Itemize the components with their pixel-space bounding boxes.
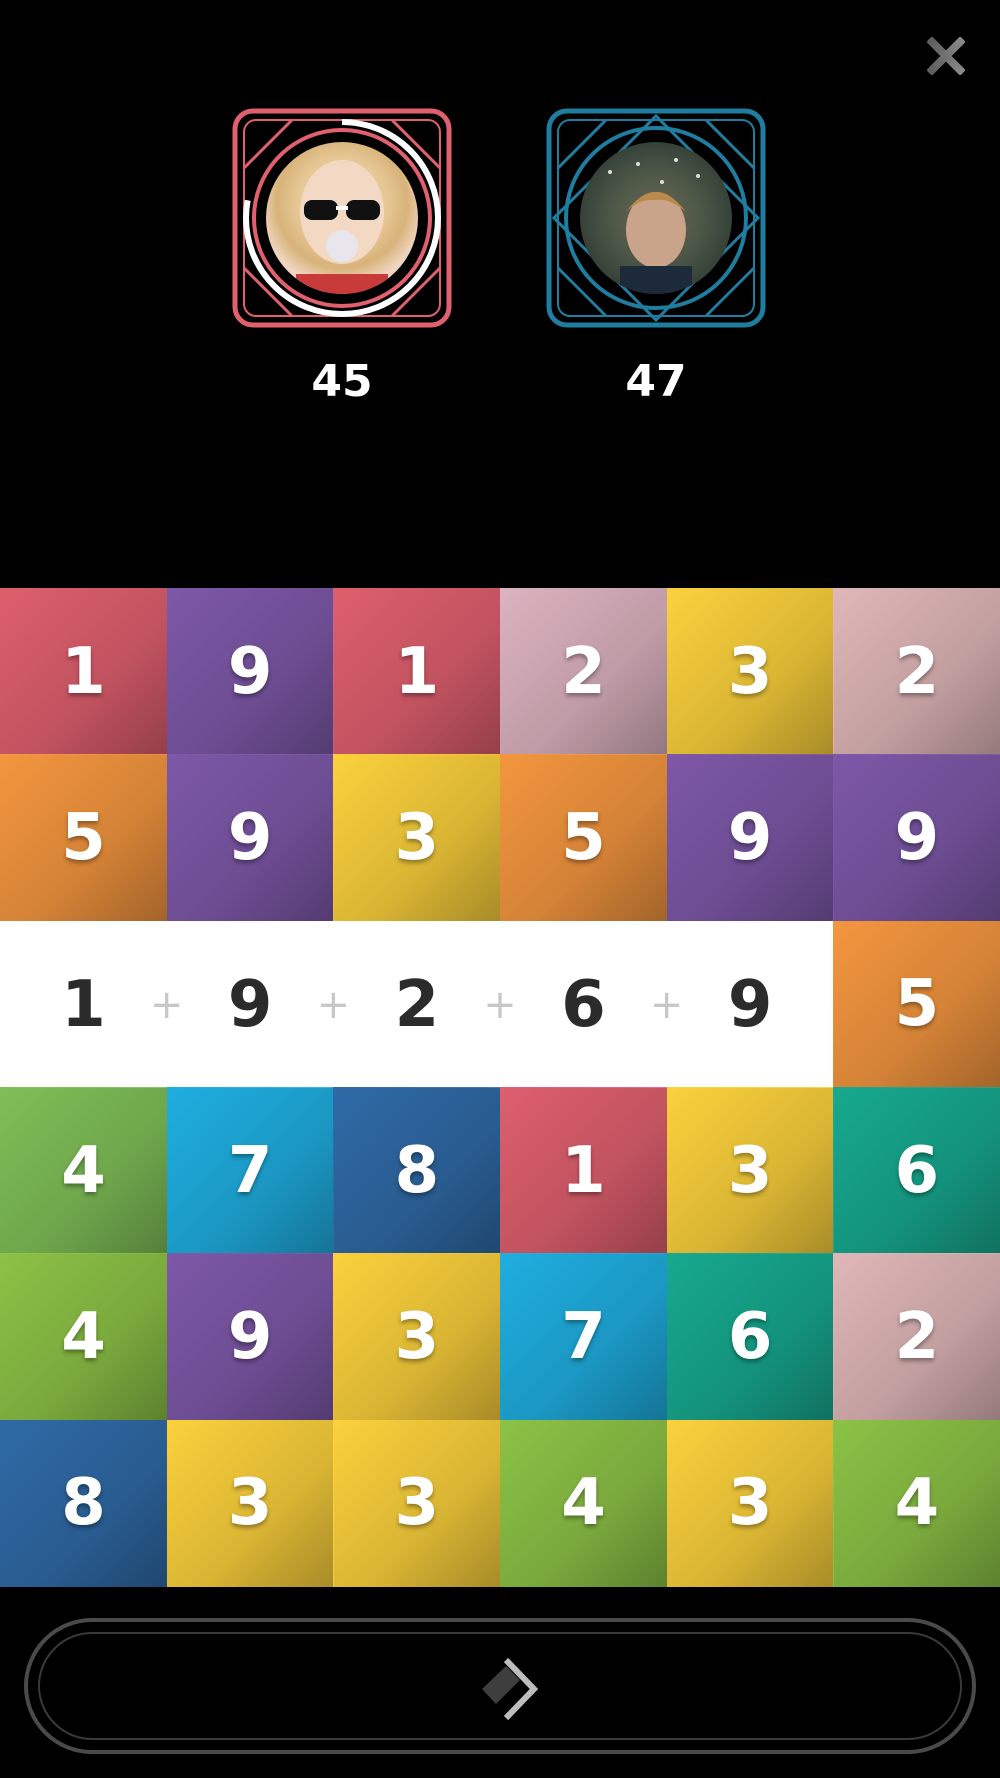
board-tile[interactable]: 1 (333, 588, 501, 755)
board-tile[interactable]: 5 (833, 920, 1000, 1088)
board-tile[interactable]: 3 (666, 1419, 834, 1587)
player-1-avatar (266, 142, 418, 294)
board-tile[interactable]: 3 (166, 1419, 334, 1587)
board-tile[interactable]: 5 (500, 754, 667, 922)
board-tile[interactable]: 8 (0, 1419, 167, 1587)
board-tile[interactable]: 4 (0, 1087, 167, 1254)
player-1-avatar-frame (232, 108, 452, 328)
board-tile[interactable]: 5 (0, 754, 167, 922)
number-board: 1 +9 +2 +6 +9 191232593599547813649376283343… (0, 588, 1000, 1587)
board-tile[interactable]: 3 (666, 1087, 834, 1254)
board-tile[interactable]: 6 (833, 1087, 1000, 1254)
board-tile[interactable]: 1 (500, 1087, 667, 1254)
chevron-right-icon (482, 1657, 539, 1721)
board-tile[interactable]: 4 (0, 1253, 167, 1421)
board-tile[interactable]: 8 (333, 1087, 501, 1254)
board-tile[interactable]: 2 (833, 588, 1000, 755)
selected-number: 9 (727, 967, 773, 1042)
board-tile[interactable]: 2 (500, 588, 667, 755)
selected-number: 9 (227, 967, 273, 1042)
board-tile[interactable]: 9 (666, 754, 834, 922)
board-tile[interactable]: 3 (333, 1253, 501, 1421)
selection-bar: 1 +9 +2 +6 +9 (0, 921, 833, 1088)
board-tile[interactable]: 9 (833, 754, 1000, 922)
board-tile[interactable]: 7 (500, 1253, 667, 1421)
close-button[interactable] (918, 28, 974, 84)
board-tile[interactable]: 1 (0, 588, 167, 755)
board-tile[interactable]: 9 (166, 1253, 334, 1421)
selected-number: 1 (61, 967, 106, 1042)
board-tile[interactable]: 9 (166, 754, 334, 922)
board-tile[interactable]: 2 (833, 1253, 1000, 1421)
board-tile[interactable]: 3 (333, 1419, 501, 1587)
board-tile[interactable]: 9 (166, 588, 334, 755)
board-tile[interactable]: 3 (666, 588, 834, 755)
player-2-score: 47 (625, 356, 687, 407)
player-2-avatar-frame (546, 108, 766, 328)
board-tile[interactable]: 4 (500, 1419, 667, 1587)
board-tile[interactable]: 4 (833, 1419, 1000, 1587)
next-button[interactable] (24, 1618, 976, 1754)
selected-number: 2 (394, 967, 440, 1042)
board-tile[interactable]: 3 (333, 754, 501, 922)
board-tile[interactable]: 6 (666, 1253, 834, 1421)
board-tile[interactable]: 7 (166, 1087, 334, 1254)
selected-number: 6 (561, 967, 606, 1042)
player-1-score: 45 (311, 356, 373, 407)
player-2-avatar (580, 142, 732, 294)
